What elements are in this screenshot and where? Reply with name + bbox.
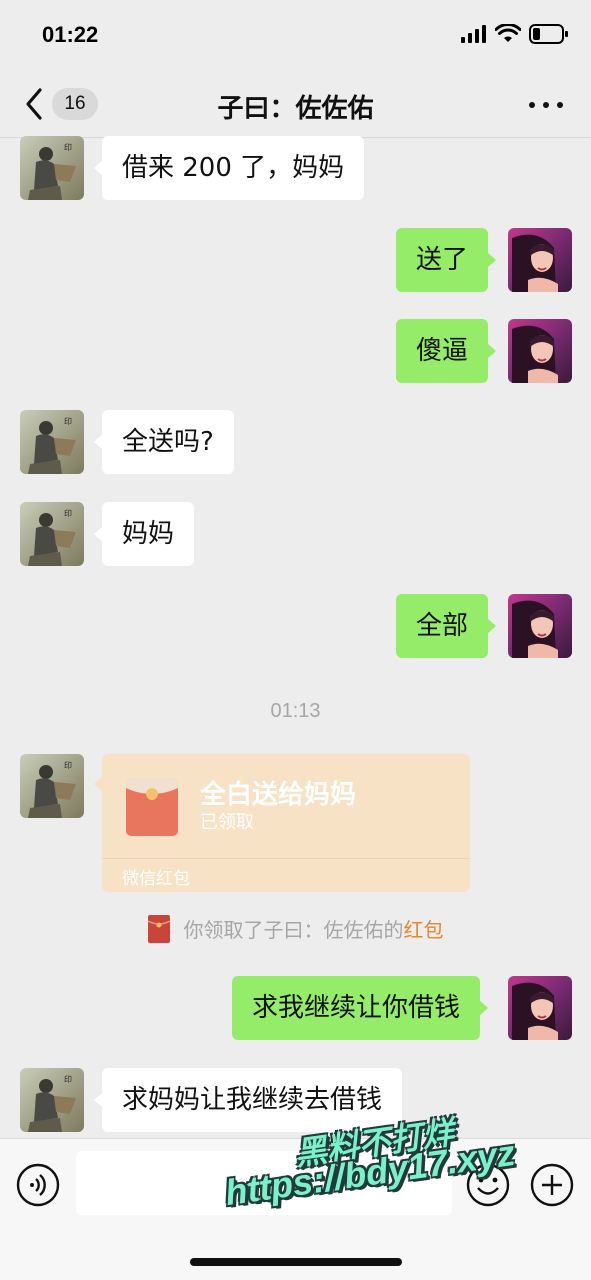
more-button[interactable]: [529, 92, 563, 116]
red-packet-title: 全白送给妈妈: [200, 780, 357, 810]
wifi-icon: [495, 24, 521, 42]
message-bubble-received[interactable]: 妈妈: [93, 502, 195, 566]
battery-icon: [529, 24, 568, 44]
red-packet-status: 已领取: [200, 812, 254, 833]
status-bar: 01:22: [0, 0, 591, 70]
plus-icon: [530, 1163, 574, 1207]
chat-title: 子曰：佐佐佑: [217, 94, 374, 124]
more-dots-icon: [529, 102, 535, 108]
red-envelope-icon: [126, 778, 178, 836]
status-icons: [461, 24, 569, 44]
my-avatar[interactable]: [508, 976, 572, 1040]
system-notice-text: 你领取了子曰：佐佐佑的: [183, 918, 404, 942]
status-time: 01:22: [42, 22, 99, 47]
contact-avatar[interactable]: [20, 1068, 84, 1132]
red-envelope-icon: [147, 915, 170, 943]
red-packet-link[interactable]: 红包: [404, 918, 444, 942]
voice-icon: [16, 1163, 60, 1207]
timestamp-divider: 01:13: [270, 700, 321, 722]
divider: [102, 858, 470, 859]
emoji-button[interactable]: [466, 1163, 510, 1207]
my-avatar[interactable]: [508, 319, 572, 383]
message-bubble-sent[interactable]: 全部: [396, 594, 497, 658]
plus-button[interactable]: [530, 1163, 574, 1207]
my-avatar[interactable]: [508, 228, 572, 292]
message-bubble-received[interactable]: 求妈妈让我继续去借钱: [93, 1068, 403, 1132]
chat-header: 16 子曰：佐佐佑: [0, 70, 591, 138]
contact-avatar[interactable]: [20, 410, 84, 474]
system-notice: 你领取了子曰：佐佐佑的红包: [0, 914, 591, 943]
my-avatar[interactable]: [508, 594, 572, 658]
voice-button[interactable]: [16, 1163, 60, 1207]
signal-icon: [461, 25, 486, 43]
red-packet-footer: 微信红包: [122, 869, 190, 889]
contact-avatar[interactable]: [20, 136, 84, 200]
message-bubble-sent[interactable]: 傻逼: [396, 319, 497, 383]
message-input[interactable]: [76, 1151, 452, 1215]
message-bubble-sent[interactable]: 送了: [396, 228, 497, 292]
contact-avatar[interactable]: [20, 754, 84, 818]
emoji-icon: [466, 1163, 510, 1207]
red-packet-message[interactable]: 全白送给妈妈 已领取 微信红包: [94, 754, 470, 892]
contact-avatar[interactable]: [20, 502, 84, 566]
home-indicator[interactable]: [190, 1258, 402, 1266]
message-bubble-received[interactable]: 全送吗?: [94, 410, 234, 474]
message-bubble-received[interactable]: 借来 200 了，妈妈: [93, 136, 365, 200]
message-bubble-sent[interactable]: 求我继续让你借钱: [232, 976, 489, 1040]
